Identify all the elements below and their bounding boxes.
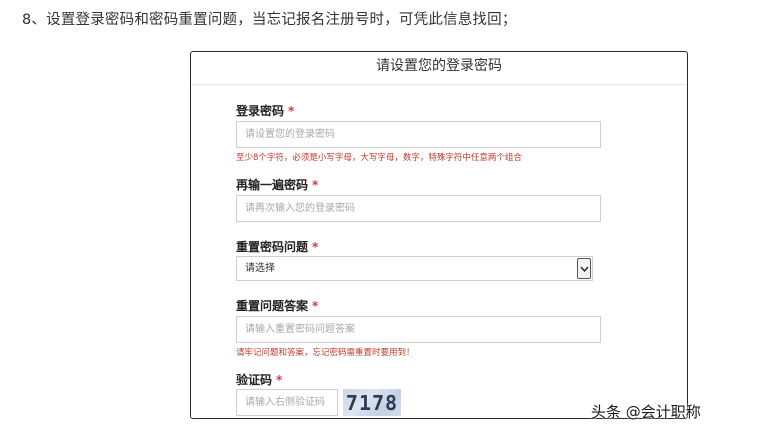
confirm-password-input[interactable] [236,195,601,222]
source-watermark: 头条 @会计职称 [591,399,701,423]
reset-answer-input[interactable] [236,316,601,343]
password-input[interactable] [236,121,601,148]
required-mark: * [312,178,319,192]
password-label: 登录密码 * [236,104,295,118]
panel-title: 请设置您的登录密码 [191,52,687,85]
reset-answer-label: 重置问题答案 * [236,299,319,313]
captcha-input[interactable] [236,389,338,416]
captcha-image[interactable]: 7178 [343,389,401,416]
page: 8、设置登录密码和密码重置问题，当忘记报名注册号时，可凭此信息找回； 请设置您的… [0,0,773,433]
password-hint: 至少8个字符，必须是小写字母，大写字母，数字，特殊字符中任意两个组合 [236,153,522,163]
confirm-password-label: 再输一遍密码 * [236,178,319,192]
reset-question-selected: 请选择 [245,263,275,274]
reset-question-select[interactable]: 请选择 [236,256,593,281]
password-setup-panel: 请设置您的登录密码 登录密码 * 至少8个字符，必须是小写字母，大写字母，数字，特… [190,51,688,419]
required-mark: * [288,104,295,118]
required-mark: * [312,299,319,313]
reset-question-label: 重置密码问题 * [236,240,319,254]
chevron-down-icon[interactable] [577,258,591,279]
watermark-text: 头条 @会计职称 [591,402,701,421]
reset-answer-hint: 请牢记问题和答案，忘记密码需重置时要用到！ [236,348,415,358]
required-mark: * [276,373,283,387]
captcha-code: 7178 [345,390,399,415]
step-instruction: 8、设置登录密码和密码重置问题，当忘记报名注册号时，可凭此信息找回； [22,12,517,28]
required-mark: * [312,240,319,254]
captcha-label: 验证码 * [236,373,283,387]
